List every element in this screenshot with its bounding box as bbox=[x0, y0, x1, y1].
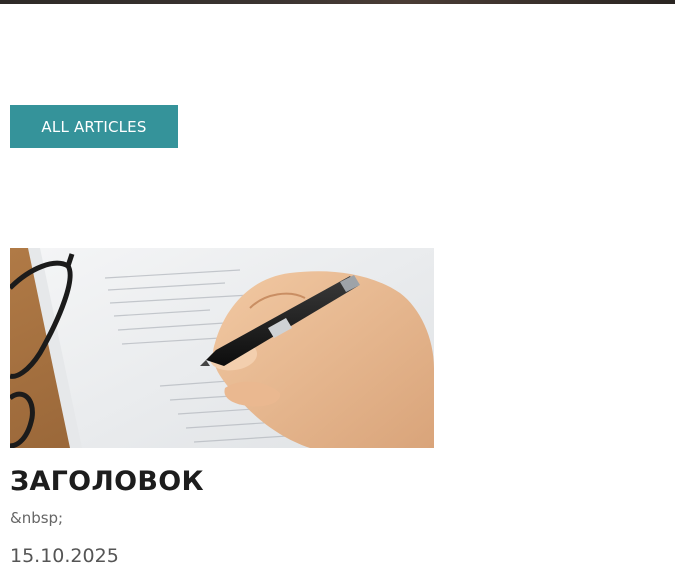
article-title[interactable]: ЗАГОЛОВОК bbox=[10, 466, 434, 498]
article-image bbox=[10, 248, 434, 448]
article-thumbnail[interactable] bbox=[10, 248, 434, 448]
article-date: 15.10.2025 bbox=[10, 545, 119, 567]
article-card: ЗАГОЛОВОК &nbsp; 15.10.2025 bbox=[10, 248, 434, 568]
all-articles-button[interactable]: ALL ARTICLES bbox=[10, 105, 178, 148]
article-excerpt: &nbsp; bbox=[10, 509, 64, 527]
hero-image-bottom-edge bbox=[0, 0, 675, 4]
